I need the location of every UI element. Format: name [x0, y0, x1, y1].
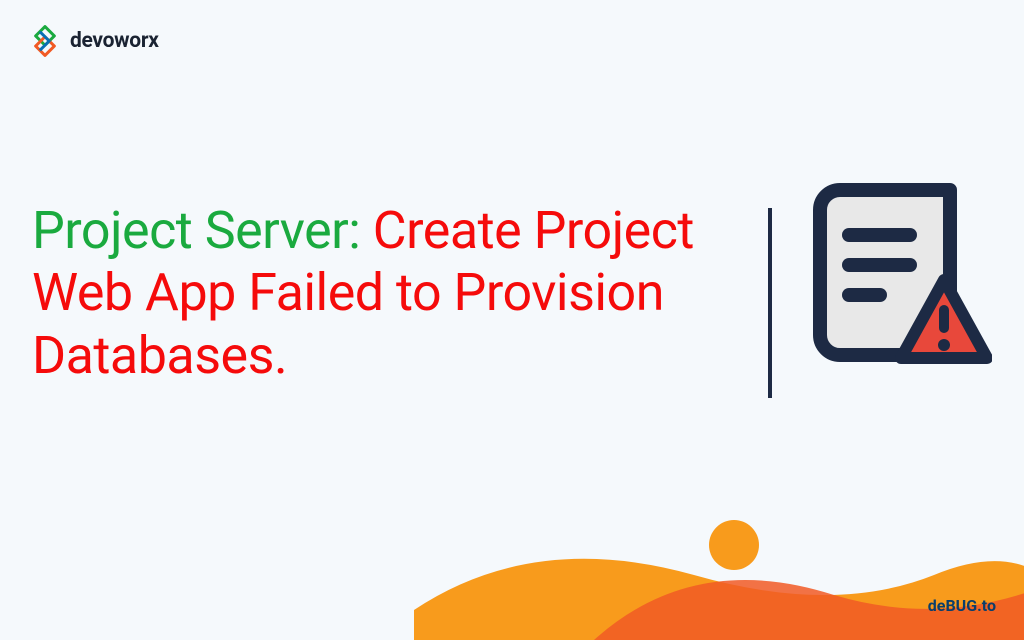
footer-brand: deBUG.to [928, 596, 996, 615]
logo-text: devoworx [70, 29, 159, 53]
main-content: Project Server: Create Project Web App F… [32, 200, 992, 398]
title-green-part: Project Server: [32, 200, 373, 261]
vertical-divider [768, 208, 772, 398]
decorative-wave [414, 520, 1024, 640]
logo-mark-icon [28, 24, 62, 58]
logo-container: devoworx [28, 24, 159, 58]
page-title: Project Server: Create Project Web App F… [32, 200, 748, 387]
document-error-icon [792, 180, 992, 380]
